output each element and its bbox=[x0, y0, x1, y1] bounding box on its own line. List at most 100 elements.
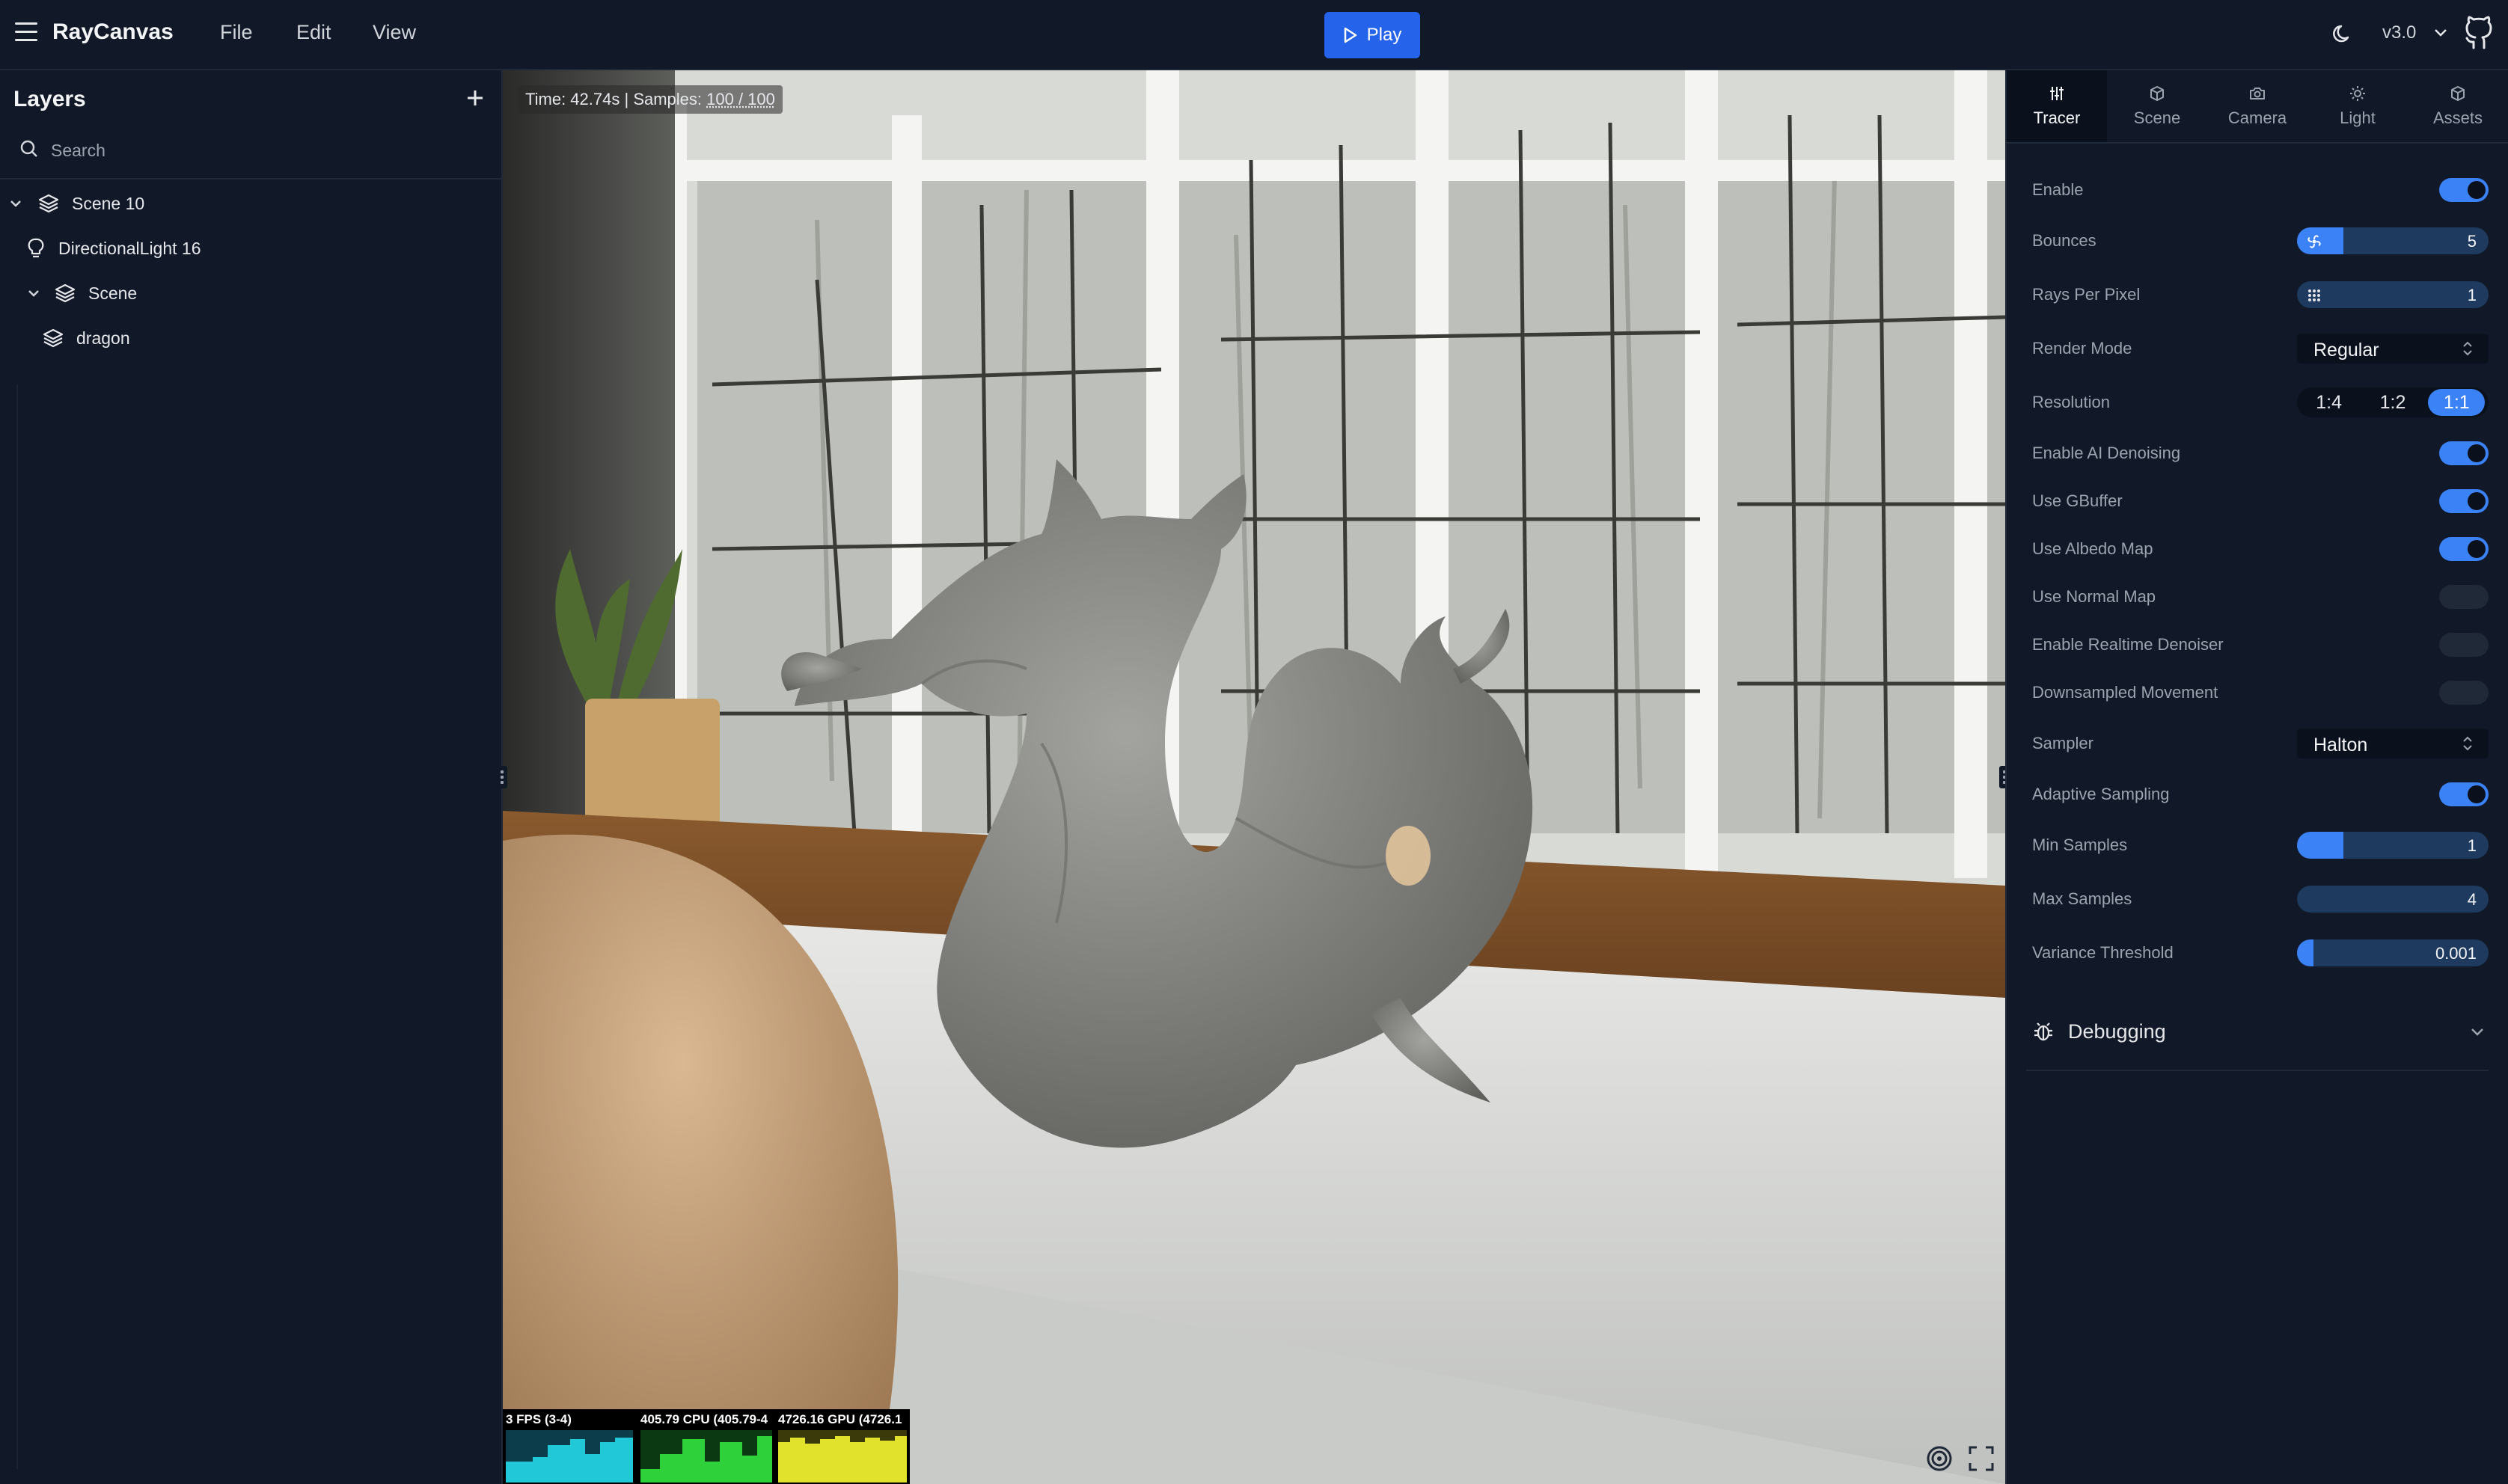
tab-label: Tracer bbox=[2033, 108, 2081, 127]
layer-search-input[interactable] bbox=[49, 135, 471, 166]
tab-scene[interactable]: Scene bbox=[2107, 70, 2207, 142]
tree-item-label: Scene bbox=[88, 283, 138, 303]
tab-label: Scene bbox=[2133, 108, 2181, 127]
prop-ai-denoising: Enable AI Denoising bbox=[2032, 431, 2489, 476]
prop-gbuffer: Use GBuffer bbox=[2032, 479, 2489, 524]
render-viewport[interactable]: Time: 42.74s | Samples: 100 / 100 bbox=[503, 70, 2005, 1484]
variance-threshold-slider[interactable]: 0.001 bbox=[2297, 939, 2489, 966]
prop-label: Render Mode bbox=[2032, 339, 2132, 358]
enable-toggle[interactable] bbox=[2439, 178, 2489, 202]
max-samples-slider[interactable]: 4 bbox=[2297, 886, 2489, 913]
properties-tabs: Tracer Scene Camera Light Assets bbox=[2007, 70, 2508, 144]
min-samples-value: 1 bbox=[2467, 836, 2477, 855]
tab-label: Light bbox=[2340, 108, 2376, 127]
prop-albedo-map: Use Albedo Map bbox=[2032, 527, 2489, 571]
resolution-option-1-2[interactable]: 1:2 bbox=[2364, 389, 2421, 416]
rendered-scene-image bbox=[503, 70, 2005, 1484]
chevron-up-down-icon bbox=[2463, 341, 2472, 356]
sampler-value: Halton bbox=[2313, 735, 2368, 755]
menu-view[interactable]: View bbox=[373, 21, 416, 44]
tab-light[interactable]: Light bbox=[2307, 70, 2408, 142]
prop-max-samples: Max Samples 4 bbox=[2032, 877, 2489, 922]
chevron-down-icon[interactable] bbox=[7, 195, 24, 212]
section-divider bbox=[2026, 1070, 2489, 1071]
tree-item-scene-10[interactable]: Scene 10 bbox=[7, 186, 144, 221]
app-title: RayCanvas bbox=[52, 19, 174, 44]
fullscreen-icon[interactable] bbox=[1966, 1444, 1996, 1474]
tab-assets[interactable]: Assets bbox=[2408, 70, 2508, 142]
prop-bounces: Bounces 5 bbox=[2032, 218, 2489, 263]
adaptive-sampling-toggle[interactable] bbox=[2439, 782, 2489, 806]
ai-denoising-toggle[interactable] bbox=[2439, 441, 2489, 465]
tree-item-label: Scene 10 bbox=[72, 193, 145, 213]
resolution-option-1-1[interactable]: 1:1 bbox=[2428, 389, 2486, 416]
tab-label: Camera bbox=[2227, 108, 2287, 127]
hamburger-menu-icon[interactable] bbox=[15, 22, 37, 45]
prop-label: Downsampled Movement bbox=[2032, 683, 2218, 702]
tab-tracer[interactable]: Tracer bbox=[2007, 70, 2107, 142]
sun-icon bbox=[2350, 86, 2365, 101]
tree-item-dragon[interactable]: dragon bbox=[42, 320, 130, 356]
tab-camera[interactable]: Camera bbox=[2207, 70, 2307, 142]
prop-normal-map: Use Normal Map bbox=[2032, 574, 2489, 619]
downsampled-movement-toggle[interactable] bbox=[2439, 681, 2489, 705]
play-icon bbox=[1344, 27, 1357, 43]
render-time-overlay: Time: 42.74s | Samples: 100 / 100 bbox=[518, 85, 783, 114]
prop-label: Max Samples bbox=[2032, 889, 2132, 908]
layers-panel: Layers Scene 10 DirectionalLight 16 Scen… bbox=[0, 70, 503, 1484]
samples-label: Samples: bbox=[633, 90, 703, 108]
tree-item-directional-light[interactable]: DirectionalLight 16 bbox=[25, 230, 201, 266]
prop-label: Rays Per Pixel bbox=[2032, 285, 2141, 304]
tree-item-label: DirectionalLight 16 bbox=[58, 238, 201, 258]
prop-label: Bounces bbox=[2032, 231, 2096, 250]
prop-render-mode: Render Mode Regular bbox=[2032, 326, 2489, 371]
version-selector[interactable]: v3.0 bbox=[2382, 22, 2416, 43]
render-mode-select[interactable]: Regular bbox=[2297, 334, 2489, 364]
prop-label: Use Albedo Map bbox=[2032, 539, 2153, 558]
sampler-select[interactable]: Halton bbox=[2297, 729, 2489, 758]
render-time: Time: 42.74s | bbox=[525, 90, 629, 108]
bulb-icon bbox=[28, 238, 44, 258]
tree-guide-line bbox=[16, 384, 18, 1469]
tree-item-scene[interactable]: Scene bbox=[25, 275, 137, 311]
resolution-segmented-control: 1:4 1:2 1:1 bbox=[2297, 387, 2489, 417]
debugging-label: Debugging bbox=[2068, 1020, 2166, 1043]
prop-label: Min Samples bbox=[2032, 835, 2128, 854]
sliders-icon bbox=[2050, 87, 2064, 100]
chevron-down-icon[interactable] bbox=[25, 285, 42, 301]
play-button[interactable]: Play bbox=[1324, 12, 1420, 58]
bounces-value: 5 bbox=[2467, 232, 2477, 251]
menu-edit[interactable]: Edit bbox=[296, 21, 331, 44]
rays-per-pixel-slider[interactable]: 1 bbox=[2297, 281, 2489, 308]
target-icon[interactable] bbox=[1924, 1444, 1954, 1474]
resolution-option-1-4[interactable]: 1:4 bbox=[2301, 389, 2358, 416]
render-mode-value: Regular bbox=[2313, 340, 2379, 361]
max-samples-value: 4 bbox=[2467, 890, 2477, 909]
rays-per-pixel-value: 1 bbox=[2467, 286, 2477, 304]
theme-toggle-moon-icon[interactable] bbox=[2331, 22, 2354, 45]
realtime-denoiser-toggle[interactable] bbox=[2439, 633, 2489, 657]
prop-label: Enable Realtime Denoiser bbox=[2032, 635, 2224, 654]
gpu-label: 4726.16 GPU (4726.1 bbox=[778, 1412, 902, 1426]
cpu-label: 405.79 CPU (405.79-4 bbox=[640, 1412, 768, 1426]
chevron-down-icon[interactable] bbox=[2430, 22, 2451, 43]
normal-map-toggle[interactable] bbox=[2439, 585, 2489, 609]
bounces-slider[interactable]: 5 bbox=[2297, 227, 2489, 254]
prop-label: Sampler bbox=[2032, 734, 2093, 752]
min-samples-slider[interactable]: 1 bbox=[2297, 832, 2489, 859]
prop-adaptive-sampling: Adaptive Sampling bbox=[2032, 772, 2489, 817]
menu-file[interactable]: File bbox=[220, 21, 253, 44]
gbuffer-toggle[interactable] bbox=[2439, 489, 2489, 513]
github-icon[interactable] bbox=[2462, 15, 2496, 51]
box-icon bbox=[2451, 86, 2465, 101]
albedo-map-toggle[interactable] bbox=[2439, 537, 2489, 561]
play-label: Play bbox=[1366, 25, 1402, 45]
performance-stats-panel[interactable]: 3 FPS (3-4) 405.79 CPU (405.79-4 4726.16… bbox=[503, 1409, 910, 1484]
add-layer-plus-icon[interactable] bbox=[464, 87, 486, 109]
tab-label: Assets bbox=[2432, 108, 2483, 127]
debugging-accordion[interactable]: Debugging bbox=[2032, 1008, 2493, 1053]
prop-variance-threshold: Variance Threshold 0.001 bbox=[2032, 930, 2489, 975]
left-resize-handle[interactable] bbox=[497, 766, 507, 788]
chevron-down-icon[interactable] bbox=[2468, 1022, 2487, 1041]
fps-graph: 3 FPS (3-4) bbox=[503, 1409, 637, 1484]
